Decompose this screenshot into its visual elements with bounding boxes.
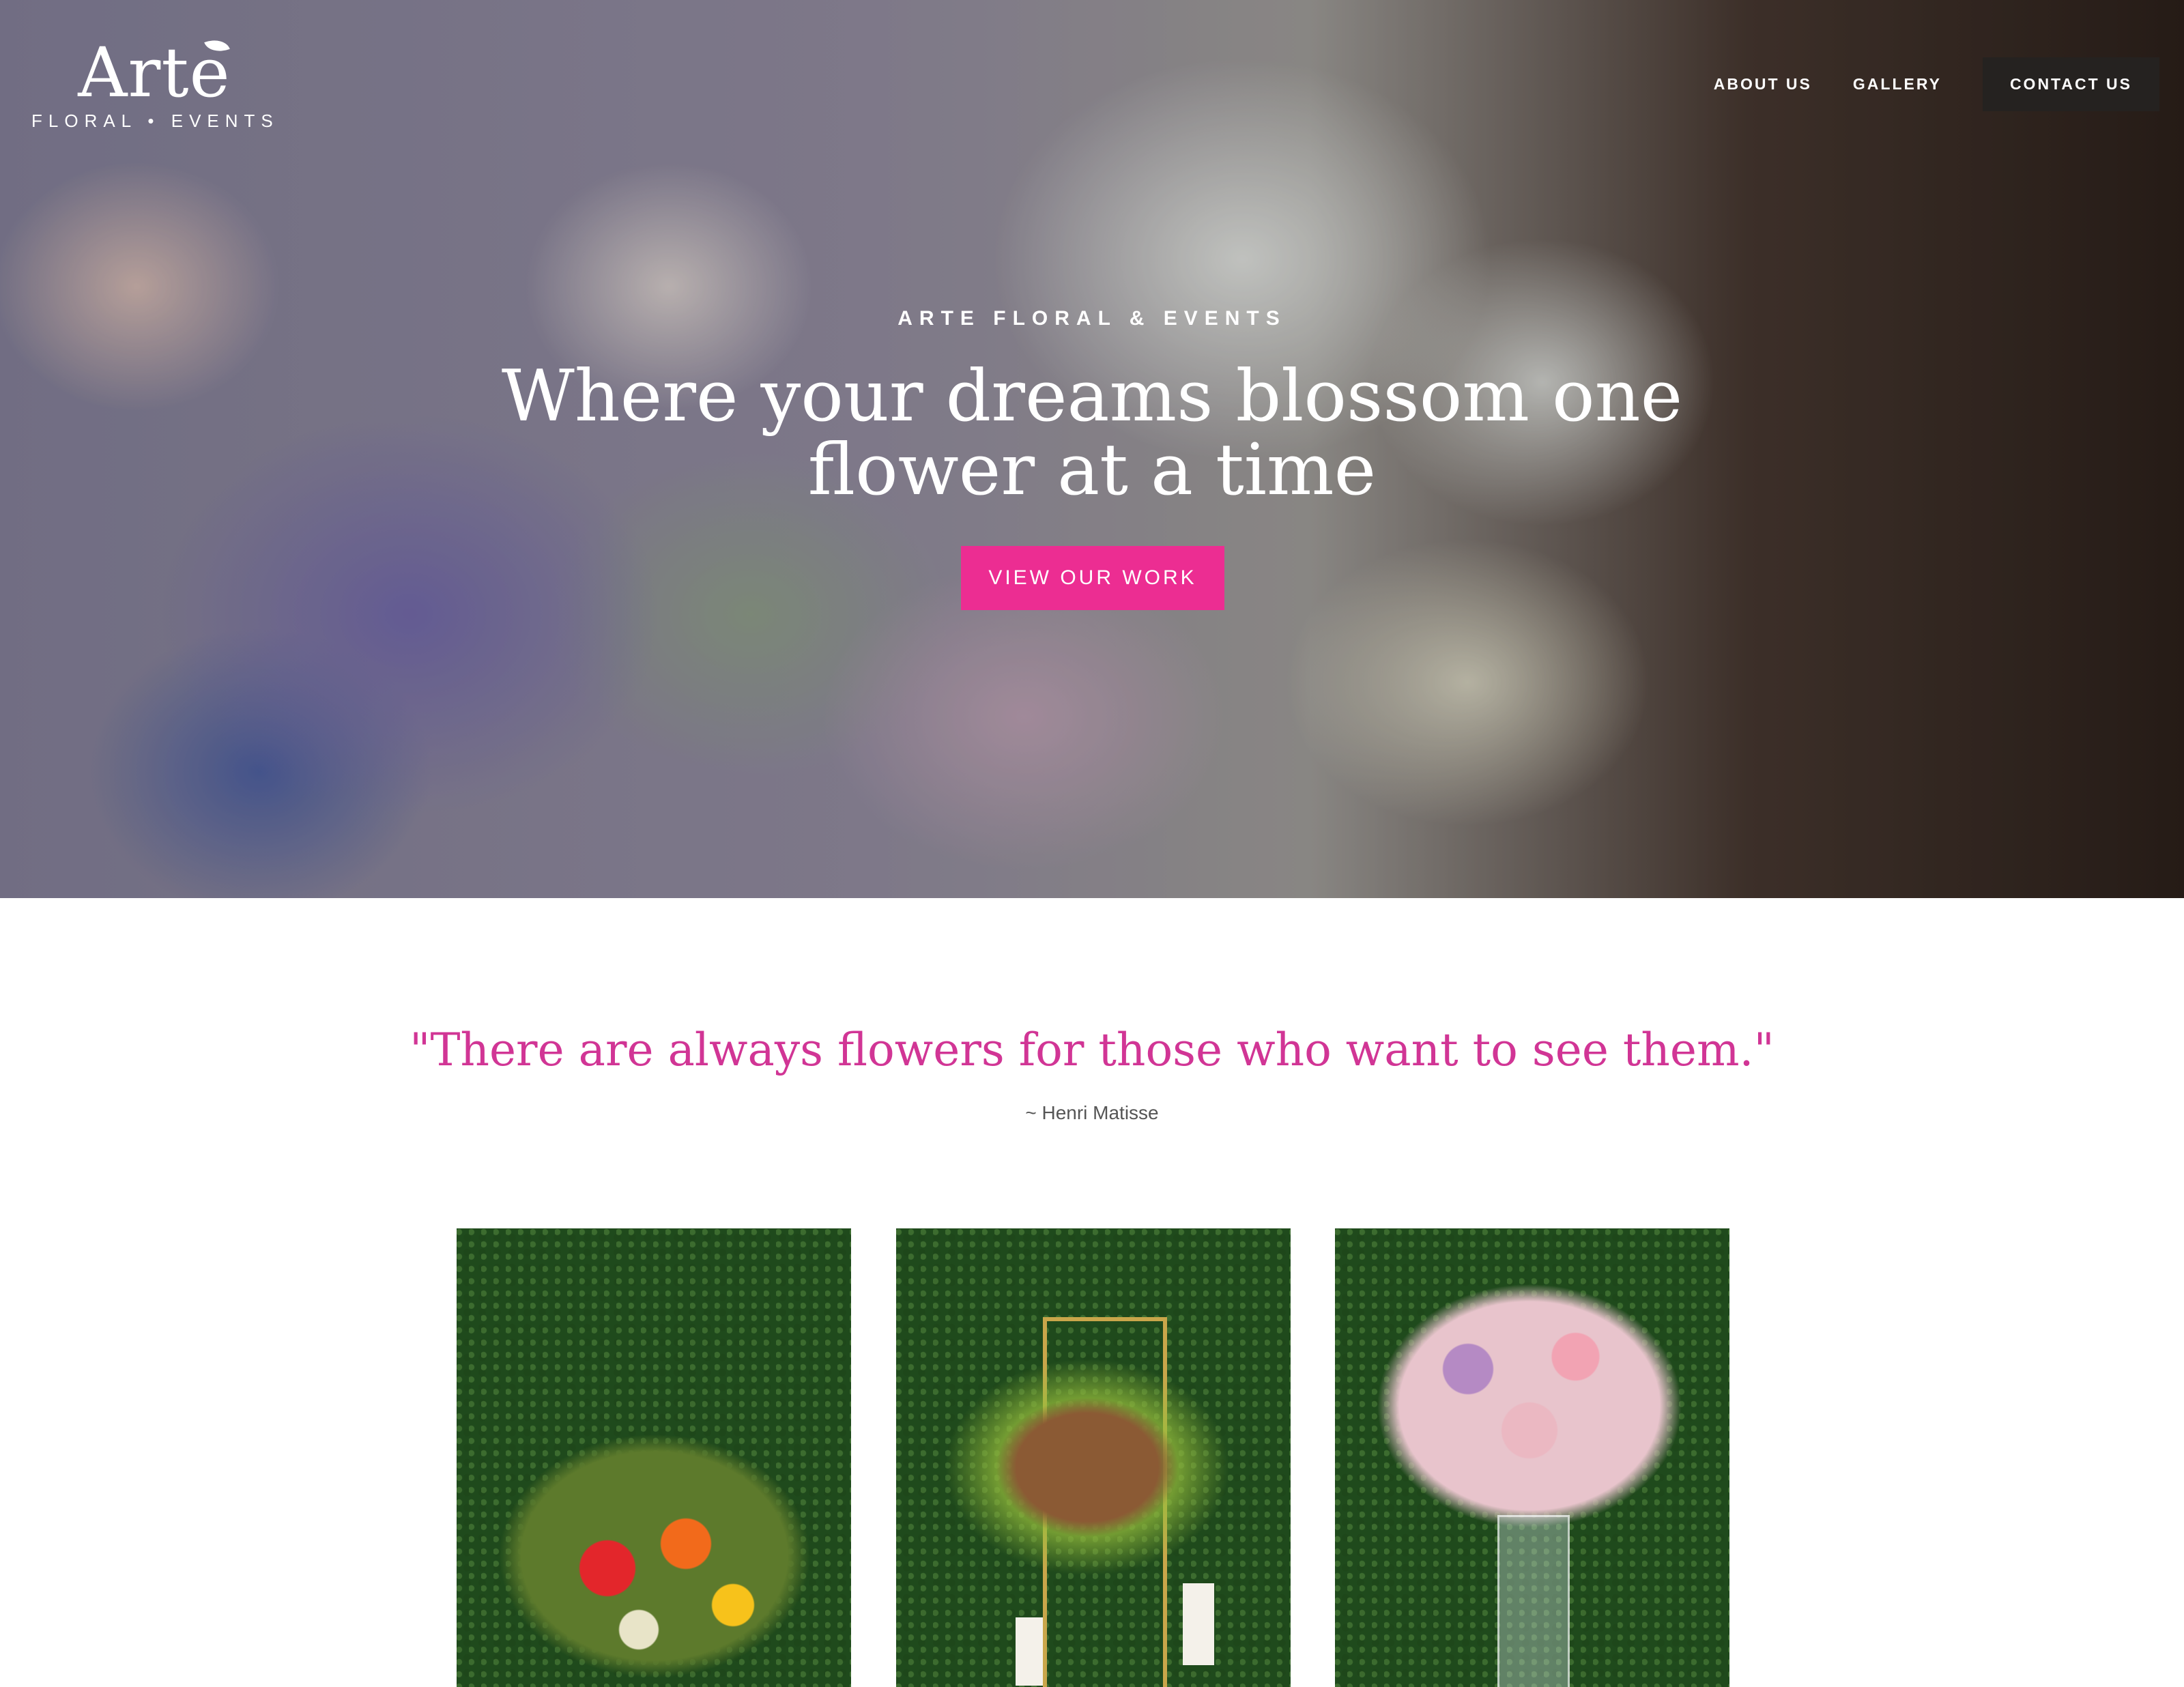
gallery-image-rose-vase-arrangement[interactable] [1335, 1228, 1729, 1687]
candle-shape [1183, 1583, 1214, 1665]
gallery-image-gold-frame-centerpiece[interactable] [896, 1228, 1291, 1687]
hero-headline: Where your dreams blossom one flower at … [501, 354, 1683, 511]
logo-tagline: FLORAL • EVENTS [31, 111, 279, 131]
hero-section: Arte FLORAL • EVENTS ABOUT US GALLERY CO… [0, 0, 2184, 898]
nav-about-us[interactable]: ABOUT US [1714, 75, 1812, 93]
candle-shape [1016, 1617, 1043, 1686]
quote-text: "There are always flowers for those who … [410, 1024, 1774, 1076]
nav-contact-us-button[interactable]: CONTACT US [1982, 57, 2159, 111]
gallery-image-poppy-arrangement[interactable] [457, 1228, 851, 1687]
quote-author: ~ Henri Matisse [1025, 1102, 1159, 1123]
driftwood-arrangement [944, 1358, 1231, 1576]
logo-wordmark: Arte [78, 33, 231, 113]
rose-bouquet [1376, 1283, 1683, 1529]
logo[interactable]: Arte FLORAL • EVENTS [31, 35, 277, 132]
glass-vase-shape [1497, 1515, 1570, 1687]
main-nav: ABOUT US GALLERY CONTACT US [1714, 57, 2159, 111]
hero-eyebrow: ARTE FLORAL & EVENTS [897, 307, 1287, 330]
poppy-bouquet [498, 1433, 811, 1679]
view-our-work-button[interactable]: VIEW OUR WORK [961, 546, 1224, 610]
nav-gallery[interactable]: GALLERY [1853, 75, 1942, 93]
